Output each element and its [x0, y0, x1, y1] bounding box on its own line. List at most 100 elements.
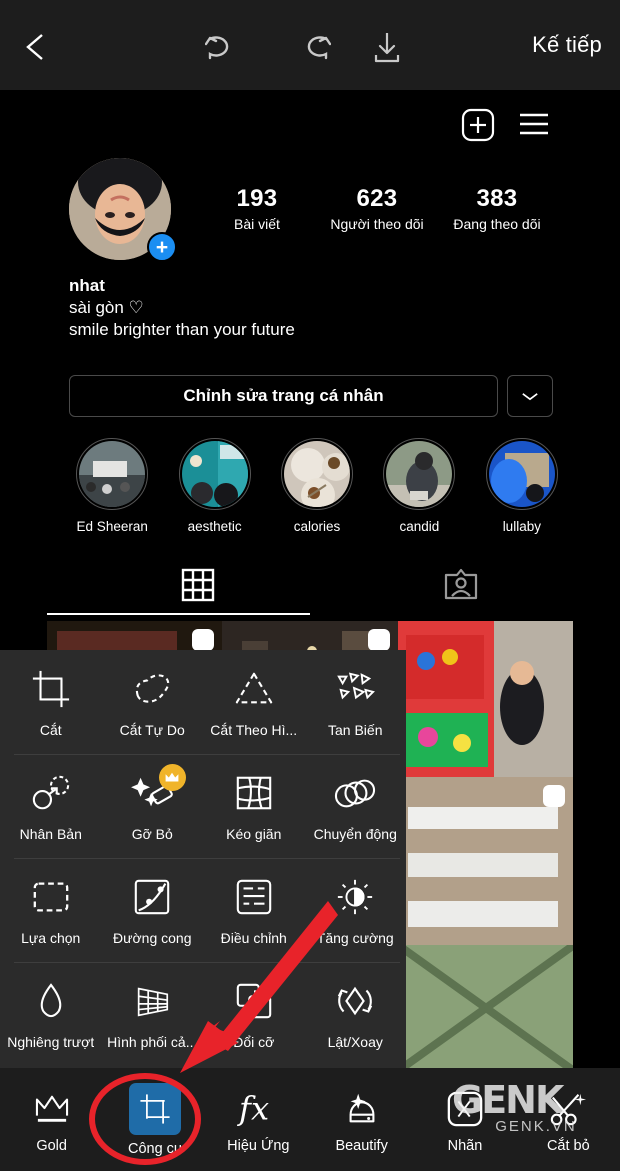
shape-cut-icon [233, 667, 275, 709]
stat-following[interactable]: 383 Đang theo dõi [437, 185, 557, 232]
stat-followers[interactable]: 623 Người theo dõi [317, 185, 437, 232]
tool-doi-co[interactable]: Đổi cỡ [203, 962, 305, 1066]
nav-hieu-ung[interactable]: fx Hiệu Ứng [207, 1086, 310, 1154]
highlight-label: candid [399, 519, 440, 534]
add-story-badge[interactable]: + [147, 232, 177, 262]
adjust-icon [234, 875, 274, 917]
profile-actions: Chỉnh sửa trang cá nhân [69, 375, 553, 417]
tool-lua-chon[interactable]: Lựa chọn [0, 858, 102, 962]
highlight-label: aesthetic [187, 519, 242, 534]
tool-nghieng-truot[interactable]: Nghiêng trượt [0, 962, 102, 1066]
tools-row: Cắt Cắt Tự Do Cắt Theo Hì... Tan Biến [0, 650, 406, 754]
tool-cat-tu-do[interactable]: Cắt Tự Do [102, 650, 204, 754]
pro-crown-badge [158, 764, 186, 791]
tool-duong-cong[interactable]: Đường cong [102, 858, 204, 962]
profile-username: nhat [69, 276, 105, 295]
tool-lat-xoay[interactable]: Lật/Xoay [305, 962, 407, 1066]
highlight-item[interactable]: Ed Sheeran [61, 438, 163, 534]
highlight-label: Ed Sheeran [76, 519, 148, 534]
tool-label: Hình phối cả... [107, 1033, 198, 1050]
tool-label: Lật/Xoay [327, 1033, 383, 1050]
highlight-item[interactable]: candid [368, 438, 470, 534]
tab-grid[interactable] [181, 568, 215, 602]
flip-rotate-icon [334, 979, 376, 1021]
tool-label: Gỡ Bỏ [131, 825, 173, 842]
tool-label: Cắt Tự Do [119, 721, 185, 738]
tool-tang-cuong[interactable]: Tăng cường [305, 858, 407, 962]
profile-more-button[interactable] [507, 375, 553, 417]
cutout-scissors-icon [547, 1086, 589, 1132]
dispersion-icon [333, 667, 377, 709]
stat-posts[interactable]: 193 Bài viết [197, 185, 317, 232]
enhance-icon [334, 875, 376, 917]
nav-nhan[interactable]: Nhãn [413, 1086, 516, 1154]
hamburger-menu-icon[interactable] [517, 111, 551, 137]
tools-panel: Cắt Cắt Tự Do Cắt Theo Hì... Tan Biến Nh… [0, 650, 406, 1068]
motion-icon [333, 771, 377, 813]
tool-label: Nhân Bản [19, 825, 82, 842]
redo-button[interactable] [297, 33, 332, 63]
nav-cat-bo[interactable]: Cắt bỏ [517, 1086, 620, 1154]
add-post-icon[interactable] [461, 108, 495, 142]
nav-label: Hiệu Ứng [227, 1137, 290, 1154]
tool-nhan-ban[interactable]: Nhân Bản [0, 754, 102, 858]
tool-dieu-chinh[interactable]: Điều chỉnh [203, 858, 305, 962]
tool-hinh-phoi-canh[interactable]: Hình phối cả... [102, 962, 204, 1066]
highlight-label: calories [293, 519, 341, 534]
tool-label: Đường cong [113, 929, 192, 946]
stat-label: Bài viết [234, 216, 280, 232]
grid-cell[interactable] [397, 777, 573, 945]
tool-cat-theo-hinh[interactable]: Cắt Theo Hì... [203, 650, 305, 754]
nav-cong-cu[interactable]: Công cụ [103, 1082, 206, 1157]
next-button[interactable]: Kế tiếp [532, 32, 602, 58]
curves-icon [132, 875, 172, 917]
nav-beautify[interactable]: Beautify [310, 1086, 413, 1154]
multi-photo-badge [542, 785, 565, 807]
bio-line-1: sài gòn ♡ [69, 298, 144, 317]
highlight-item[interactable]: calories [266, 438, 368, 534]
crop-icon [31, 667, 71, 709]
tools-row: Lựa chọn Đường cong Điều chỉnh Tăng cườn… [0, 858, 406, 962]
profile-bio: nhat sài gòn ♡ smile brighter than your … [69, 276, 295, 340]
tools-row: Nhân Bản Gỡ Bỏ Kéo giãn Chuyển động [0, 754, 406, 858]
tool-label: Lựa chọn [21, 929, 81, 946]
tab-tagged[interactable] [443, 567, 479, 601]
multi-photo-badge [192, 629, 215, 651]
nav-label: Beautify [335, 1137, 388, 1154]
nav-gold[interactable]: Gold [0, 1086, 103, 1154]
highlight-cover [181, 441, 248, 507]
fx-icon: fx [237, 1086, 279, 1132]
nav-label: Gold [36, 1137, 67, 1154]
editor-bottom-nav: Gold Công cụ fx Hiệu Ứng Beautify Nhãn C… [0, 1068, 620, 1171]
tool-label: Kéo giãn [226, 825, 282, 842]
grid-cell[interactable] [397, 621, 573, 777]
stat-value: 623 [356, 185, 398, 212]
tool-go-bo[interactable]: Gỡ Bỏ [102, 754, 204, 858]
tool-label: Cắt Theo Hì... [210, 721, 298, 738]
grid-cell[interactable] [397, 945, 573, 1071]
download-button[interactable] [371, 31, 403, 65]
profile-stats: 193 Bài viết 623 Người theo dõi 383 Đang… [197, 185, 557, 232]
stat-label: Đang theo dõi [453, 216, 541, 232]
back-button[interactable] [20, 30, 54, 64]
highlight-item[interactable]: aesthetic [163, 438, 265, 534]
tool-label: Cắt [39, 721, 62, 738]
bio-line-2: smile brighter than your future [69, 320, 295, 339]
nav-label: Công cụ [127, 1140, 182, 1157]
edit-profile-button[interactable]: Chỉnh sửa trang cá nhân [69, 375, 498, 417]
stat-value: 383 [476, 185, 518, 212]
tilt-shift-icon [34, 979, 68, 1021]
undo-button[interactable] [204, 33, 239, 63]
perspective-icon [131, 979, 173, 1021]
stat-value: 193 [236, 185, 278, 212]
tool-keo-gian[interactable]: Kéo giãn [203, 754, 305, 858]
tool-cat[interactable]: Cắt [0, 650, 102, 754]
avatar[interactable]: + [69, 158, 177, 262]
tool-chuyen-dong[interactable]: Chuyển động [305, 754, 407, 858]
highlight-item[interactable]: lullaby [471, 438, 573, 534]
tools-row: Nghiêng trượt Hình phối cả... Đổi cỡ Lật… [0, 962, 406, 1066]
highlight-cover [284, 441, 351, 507]
nav-label: Cắt bỏ [546, 1137, 590, 1154]
tagged-photos-tab-icon [444, 568, 478, 600]
tool-tan-bien[interactable]: Tan Biến [305, 650, 407, 754]
